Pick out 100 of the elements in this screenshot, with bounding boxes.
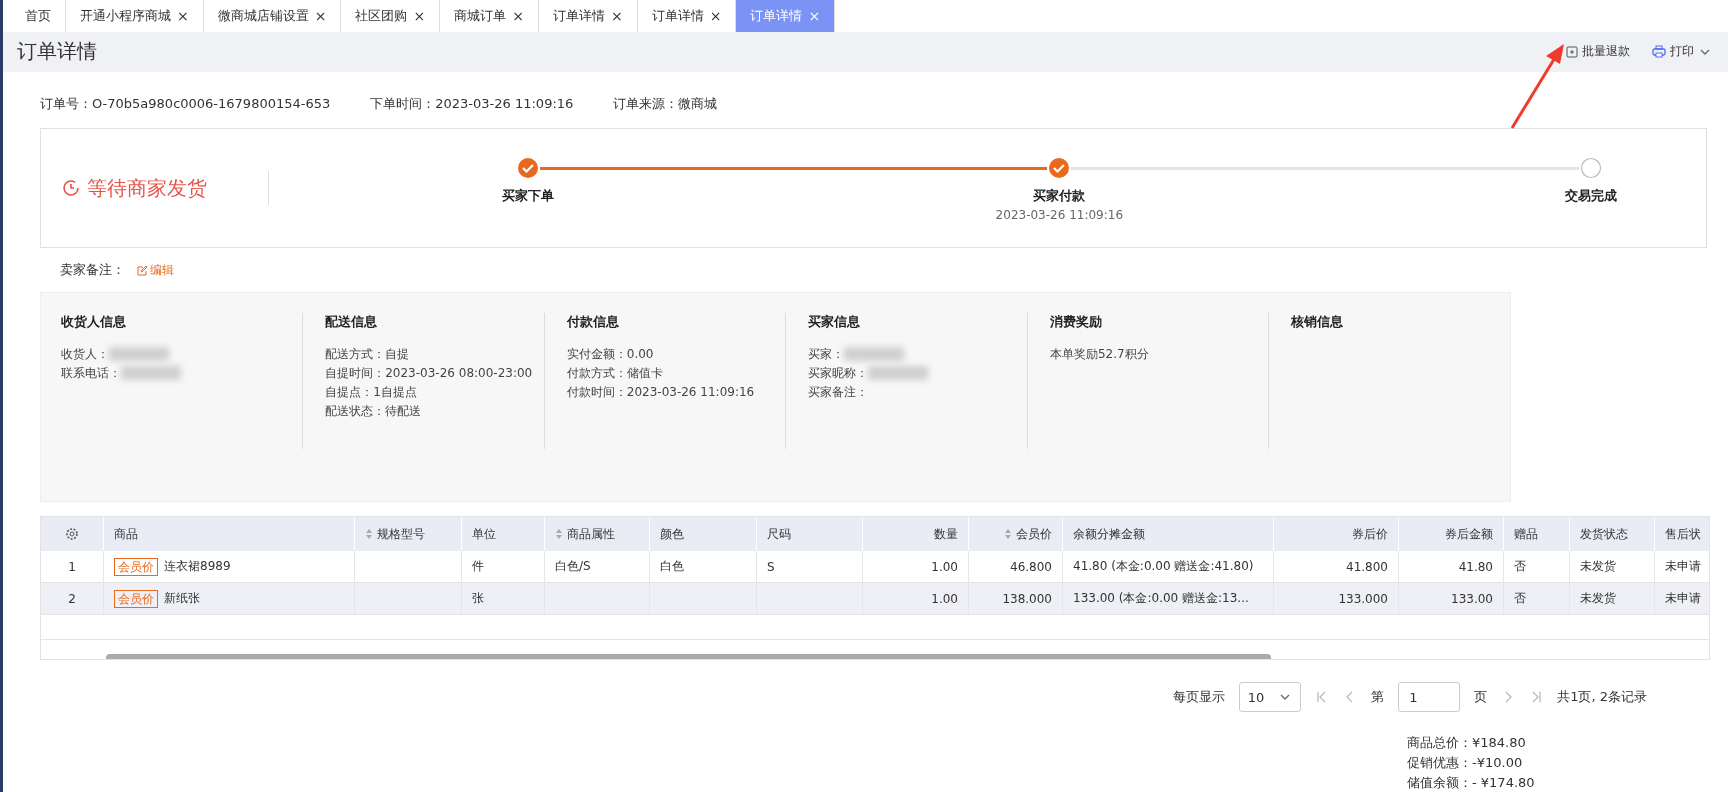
sort-icon [555, 528, 563, 540]
page-size-select[interactable]: 10 [1238, 682, 1302, 712]
tab[interactable]: 首页 [11, 0, 66, 32]
column-header[interactable]: 商品属性 [545, 517, 650, 551]
field-label: 付款方式： [566, 364, 627, 382]
page-title: 订单详情 [17, 38, 97, 66]
close-icon[interactable]: × [709, 7, 722, 24]
column-header: 余额分摊金额 [1063, 517, 1274, 551]
total-line: 商品总价：¥184.80 [1407, 734, 1527, 752]
close-icon[interactable]: × [314, 7, 327, 24]
column-header[interactable]: 会员价 [969, 517, 1063, 551]
close-icon[interactable]: × [610, 7, 623, 24]
field-label: 买家昵称： [808, 364, 869, 382]
field-label: 实付金额： [566, 345, 627, 363]
field-label: 联系电话： [61, 364, 121, 382]
table-cell: 未发货 [1570, 551, 1655, 583]
step-time: 2023-03-26 11:09:16 [995, 208, 1124, 222]
order-status: 等待商家发货 [87, 174, 207, 202]
column-header: 商品 [104, 517, 355, 551]
tab[interactable]: 开通小程序商城 × [66, 0, 204, 32]
step-label: 买家下单 [501, 187, 554, 205]
tab[interactable]: 商城订单 × [440, 0, 539, 32]
page-size-label: 每页显示 [1172, 688, 1225, 706]
field-label: 自提点： [325, 383, 374, 401]
total-line: 储值余额：- ¥174.80 [1407, 774, 1536, 792]
close-icon[interactable]: × [512, 7, 524, 24]
section-title: 核销信息 [1291, 313, 1345, 331]
table-cell: 133.00 [1399, 583, 1504, 615]
table-cell: 1.00 [863, 551, 969, 583]
product-name: 新纸张 [164, 590, 200, 607]
column-header: 赠品 [1504, 517, 1570, 551]
field-label: 自提时间： [325, 364, 386, 382]
tab[interactable]: 微商城店铺设置 × [203, 0, 342, 32]
clock-icon [61, 178, 81, 198]
table-cell: 1.00 [863, 583, 969, 615]
field-label: 付款时间： [566, 383, 627, 401]
member-price-tag: 会员价 [114, 557, 158, 576]
page-suffix: 页 [1474, 688, 1488, 706]
column-header: 售后状 [1655, 517, 1709, 551]
section-title: 配送信息 [325, 313, 379, 331]
field-value: 2023-03-26 11:09:16 [626, 385, 755, 399]
column-header[interactable]: 规格型号 [355, 517, 462, 551]
table-cell: 138.000 [969, 583, 1063, 615]
table-cell: 133.00 (本金:0.00 赠送金:13... [1063, 583, 1274, 615]
table-cell: 张 [462, 583, 545, 615]
member-price-tag: 会员价 [114, 589, 158, 608]
column-header: 单位 [462, 517, 545, 551]
row-number-cell: 1 [41, 551, 104, 583]
field-value: 1自提点 [373, 383, 417, 401]
field-value: 本单奖励52.7积分 [1049, 345, 1149, 363]
field-value: 自提 [385, 345, 410, 363]
table-cell: 未发货 [1570, 583, 1655, 615]
field-value: 0.00 [626, 347, 654, 361]
field-label: 收货人： [61, 345, 109, 363]
page-summary: 共1页, 2条记录 [1557, 688, 1647, 706]
section-title: 收货人信息 [61, 313, 127, 331]
order-meta: 订单号：O-70b5a980c0006-1679800154-653 [40, 95, 331, 113]
table-cell: 41.80 [1399, 551, 1504, 583]
section-title: 付款信息 [566, 313, 620, 331]
column-header: 发货状态 [1570, 517, 1655, 551]
order-meta: 订单来源：微商城 [613, 95, 718, 113]
table-cell: 件 [462, 551, 545, 583]
refund-button[interactable]: 批量退款 [1564, 41, 1632, 63]
sort-icon [1004, 528, 1012, 540]
table-cell: 未申请 [1655, 583, 1709, 615]
field-label: 买家： [808, 345, 845, 363]
table-cell: 46.800 [969, 551, 1063, 583]
field-label: 买家备注： [808, 383, 869, 401]
edit-icon [137, 264, 148, 276]
step-label: 买家付款 [1033, 187, 1086, 205]
page-input[interactable]: 1 [1398, 682, 1461, 712]
row-number-cell: 2 [41, 583, 104, 615]
column-header: 券后金额 [1399, 517, 1504, 551]
field-value: 2023-03-26 08:00-23:00 [385, 366, 533, 380]
table-cell: 否 [1504, 551, 1570, 583]
product-name: 连衣裙8989 [164, 558, 231, 575]
table-cell: 133.000 [1274, 583, 1399, 615]
empty-circle-icon [1580, 157, 1603, 179]
column-header: 数量 [863, 517, 969, 551]
printer-icon [1652, 45, 1666, 59]
column-header: 颜色 [650, 517, 757, 551]
field-label: 配送方式： [325, 345, 386, 363]
table-cell: 白色 [650, 551, 757, 583]
refund-icon [1566, 45, 1578, 58]
settings-icon[interactable] [65, 527, 79, 541]
seller-note-label: 卖家备注： [60, 261, 125, 279]
section-title: 买家信息 [808, 313, 862, 331]
table-cell: 白色/S [545, 551, 650, 583]
tab[interactable]: 订单详情 × [538, 0, 638, 32]
order-meta: 下单时间：2023-03-26 11:09:16 [370, 95, 574, 113]
total-line: 促销优惠：-¥10.00 [1407, 754, 1524, 772]
close-icon[interactable]: × [413, 7, 426, 24]
print-button[interactable]: 打印 [1650, 41, 1714, 63]
check-circle-icon [516, 157, 539, 179]
step-label: 交易完成 [1565, 187, 1618, 205]
tab[interactable]: 社区团购 × [341, 0, 441, 32]
field-value: 待配送 [385, 402, 422, 420]
close-icon[interactable]: × [177, 7, 189, 24]
table-cell: 41.800 [1274, 551, 1399, 583]
section-title: 消费奖励 [1049, 313, 1103, 331]
